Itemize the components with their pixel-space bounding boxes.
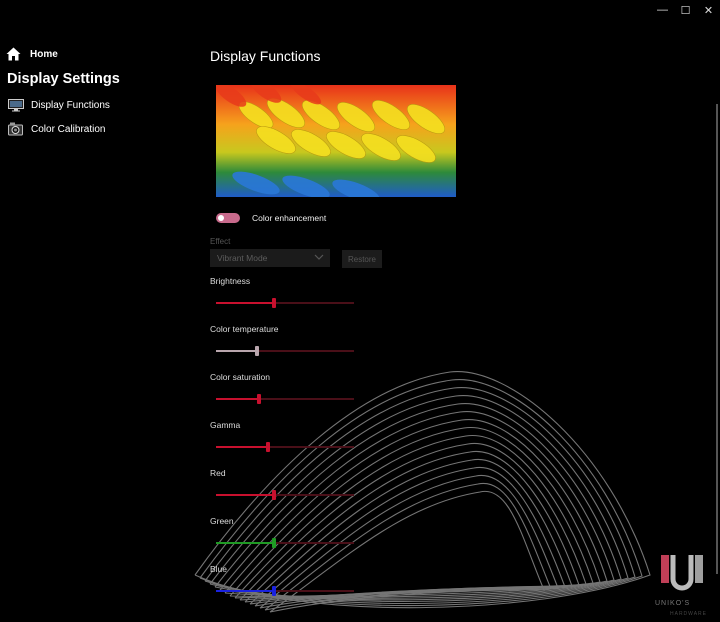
toggle-knob <box>218 215 224 221</box>
maximize-button[interactable]: ☐ <box>674 0 697 20</box>
watermark-subtext: HARDWARE <box>670 611 707 617</box>
slider-fill <box>216 590 274 592</box>
sidebar-item-label: Display Functions <box>31 100 110 111</box>
slider-thumb[interactable] <box>271 538 276 548</box>
gamma-label: Gamma <box>210 420 241 430</box>
watermark-logo-icon <box>661 555 703 591</box>
effect-dropdown[interactable]: Vibrant Mode <box>210 249 330 267</box>
red-slider[interactable] <box>216 490 354 500</box>
chevron-down-icon <box>314 254 324 260</box>
slider-thumb[interactable] <box>271 298 276 308</box>
sidebar-section-title: Display Settings <box>7 71 120 87</box>
color-temperature-slider[interactable] <box>216 346 354 356</box>
effect-label: Effect <box>210 237 231 246</box>
effect-selected-value: Vibrant Mode <box>217 253 268 263</box>
slider-thumb[interactable] <box>256 394 261 404</box>
sidebar-home[interactable]: Home <box>6 47 58 61</box>
brightness-label: Brightness <box>210 276 251 286</box>
brightness-slider[interactable] <box>216 298 354 308</box>
color-saturation-label: Color saturation <box>210 372 271 382</box>
color-temperature-label: Color temperature <box>210 324 279 334</box>
minimize-button[interactable]: — <box>651 0 674 20</box>
blue-label: Blue <box>210 564 228 574</box>
monitor-icon <box>8 99 24 112</box>
color-enhancement-toggle[interactable] <box>216 213 240 223</box>
slider-thumb[interactable] <box>266 442 271 452</box>
calibration-icon <box>8 122 23 136</box>
watermark-text: UNIKO'S <box>655 600 691 607</box>
close-button[interactable]: ✕ <box>697 0 720 20</box>
green-label: Green <box>210 516 234 526</box>
slider-fill <box>216 542 274 544</box>
slider-thumb[interactable] <box>271 586 276 596</box>
page-title: Display Functions <box>210 48 321 64</box>
restore-button[interactable]: Restore <box>342 250 382 268</box>
slider-fill <box>216 398 259 400</box>
slider-thumb[interactable] <box>255 346 260 356</box>
hero-image-parrot-feathers <box>216 85 456 197</box>
slider-fill <box>216 494 274 496</box>
red-label: Red <box>210 468 226 478</box>
window-controls: — ☐ ✕ <box>651 0 720 20</box>
slider-fill <box>216 350 258 352</box>
slider-thumb[interactable] <box>271 490 276 500</box>
home-icon <box>6 47 21 61</box>
home-label: Home <box>30 48 58 60</box>
sidebar-item-display-functions[interactable]: Display Functions <box>8 99 110 112</box>
color-enhancement-label: Color enhancement <box>252 213 327 223</box>
slider-fill <box>216 446 269 448</box>
slider-fill <box>216 302 274 304</box>
green-slider[interactable] <box>216 538 354 548</box>
color-saturation-slider[interactable] <box>216 394 354 404</box>
vertical-scrollbar[interactable] <box>716 104 718 574</box>
sidebar-item-label: Color Calibration <box>31 123 106 135</box>
gamma-slider[interactable] <box>216 442 354 452</box>
sidebar-item-color-calibration[interactable]: Color Calibration <box>8 122 105 136</box>
blue-slider[interactable] <box>216 586 354 596</box>
